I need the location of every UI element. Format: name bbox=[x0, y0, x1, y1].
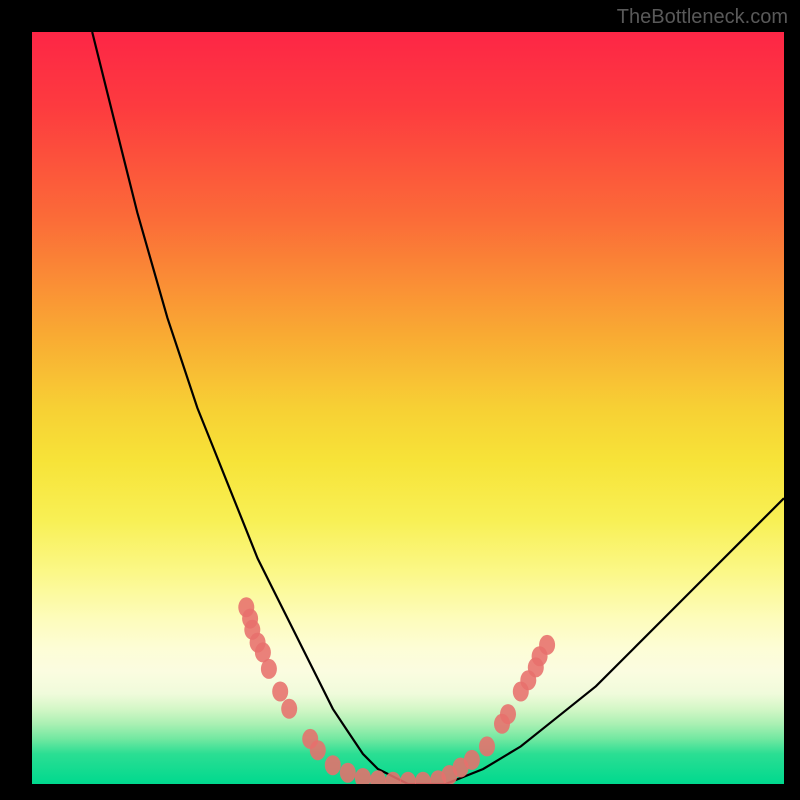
curve-markers bbox=[238, 597, 555, 784]
chart-svg bbox=[32, 32, 784, 784]
curve-marker-dot bbox=[415, 772, 431, 784]
curve-marker-dot bbox=[261, 659, 277, 679]
curve-marker-dot bbox=[400, 772, 416, 784]
curve-marker-dot bbox=[500, 704, 516, 724]
curve-marker-dot bbox=[325, 755, 341, 775]
curve-marker-dot bbox=[479, 736, 495, 756]
chart-plot-area bbox=[32, 32, 784, 784]
curve-marker-dot bbox=[464, 750, 480, 770]
curve-marker-dot bbox=[340, 763, 356, 783]
curve-marker-dot bbox=[355, 768, 371, 784]
curve-marker-dot bbox=[272, 682, 288, 702]
watermark-text: TheBottleneck.com bbox=[617, 6, 788, 29]
curve-marker-dot bbox=[281, 699, 297, 719]
bottleneck-curve-line bbox=[92, 32, 784, 784]
bottleneck-curve-path bbox=[92, 32, 784, 784]
curve-marker-dot bbox=[310, 740, 326, 760]
curve-marker-dot bbox=[539, 635, 555, 655]
